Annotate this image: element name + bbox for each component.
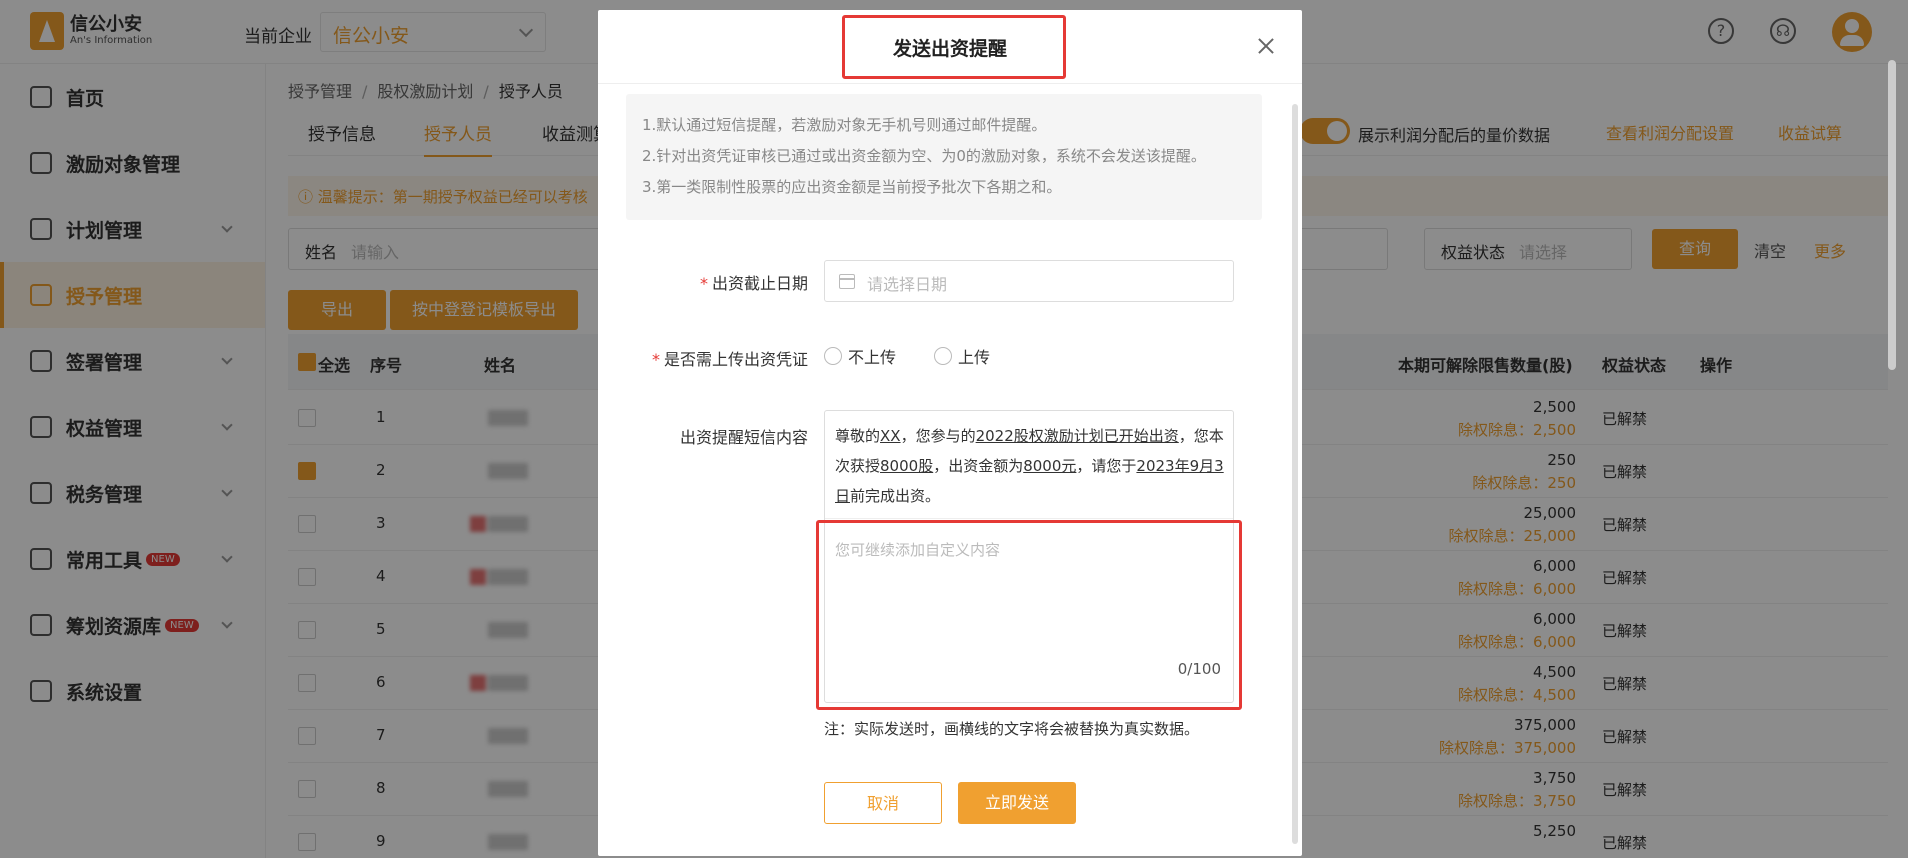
upload-label: * 是否需上传出资凭证 xyxy=(651,350,808,369)
page-scrollbar[interactable] xyxy=(1888,60,1896,370)
modal-header: 发送出资提醒 xyxy=(598,10,1302,84)
upload-radio-group: 不上传 上传 xyxy=(824,344,1028,368)
close-icon[interactable] xyxy=(1254,34,1278,58)
sms-template-text: 尊敬的XX，您参与的2022股权激励计划已开始出资，您本次获授8000股，出资金… xyxy=(835,427,1224,505)
deadline-placeholder: 请选择日期 xyxy=(867,275,948,294)
divider xyxy=(825,518,1233,519)
send-now-button[interactable]: 立即发送 xyxy=(958,782,1076,824)
deadline-label: * 出资截止日期 xyxy=(699,274,808,293)
notice-line: 1.默认通过短信提醒，若激励对象无手机号则通过邮件提醒。 xyxy=(642,116,1047,134)
radio-upload[interactable]: 上传 xyxy=(934,344,990,368)
notice-box: 1.默认通过短信提醒，若激励对象无手机号则通过邮件提醒。 2.针对出资凭证审核已… xyxy=(626,94,1262,220)
notice-line: 3.第一类限制性股票的应出资金额是当前授予批次下各期之和。 xyxy=(642,178,1062,196)
radio-no-upload[interactable]: 不上传 xyxy=(824,344,896,368)
note-text: 注：实际发送时，画横线的文字将会被替换为真实数据。 xyxy=(824,720,1200,738)
title-highlight-box xyxy=(842,15,1066,79)
modal-scrollbar[interactable] xyxy=(1292,104,1298,844)
sms-label: 出资提醒短信内容 xyxy=(679,428,808,447)
textarea-highlight-box xyxy=(816,520,1242,710)
deadline-date-picker[interactable]: 请选择日期 xyxy=(824,260,1234,302)
send-reminder-modal: 发送出资提醒 1.默认通过短信提醒，若激励对象无手机号则通过邮件提醒。 2.针对… xyxy=(598,10,1302,856)
cancel-button[interactable]: 取消 xyxy=(824,782,942,824)
notice-line: 2.针对出资凭证审核已通过或出资金额为空、为0的激励对象，系统不会发送该提醒。 xyxy=(642,147,1206,165)
calendar-icon xyxy=(839,274,855,289)
